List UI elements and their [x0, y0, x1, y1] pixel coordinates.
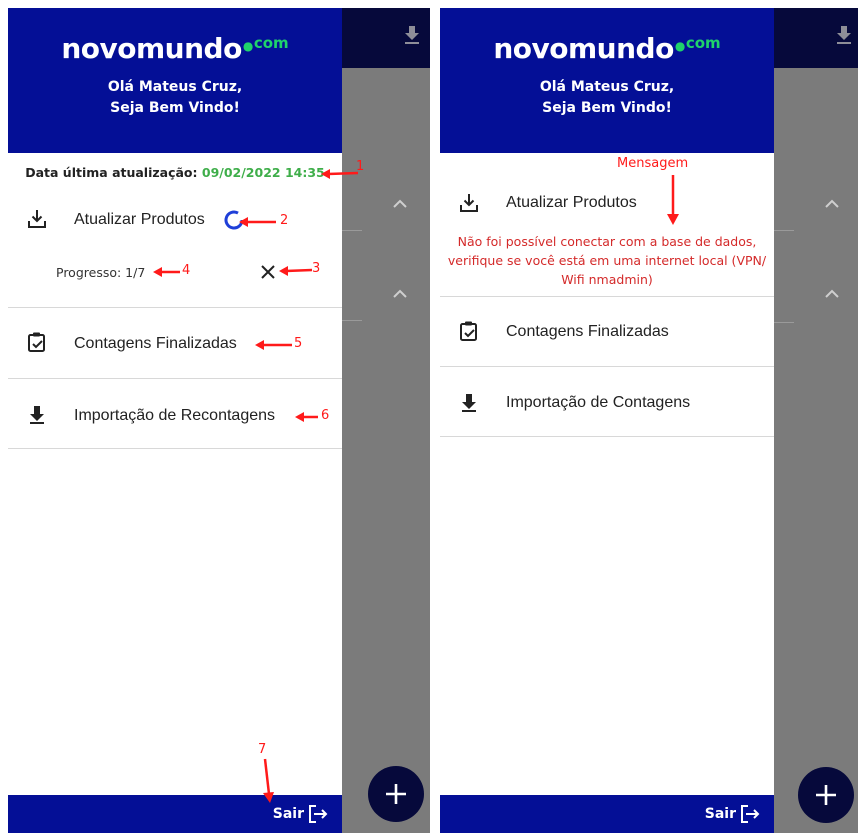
greeting-line1: Olá Mateus Cruz,	[107, 79, 243, 95]
annotation-arrow	[153, 267, 180, 277]
annotation-arrow	[321, 169, 359, 179]
menu-label: Atualizar Produtos	[74, 211, 205, 228]
plus-icon	[816, 785, 836, 805]
screen-left: novomundo●com Olá Mateus Cruz, Seja Bem …	[8, 8, 430, 833]
logout-label: Sair	[272, 806, 304, 822]
logout-button[interactable]: Sair	[273, 804, 328, 824]
chevron-up-icon[interactable]	[392, 288, 408, 298]
logout-icon	[741, 805, 760, 823]
divider	[774, 230, 794, 231]
add-fab-button[interactable]	[798, 767, 854, 823]
menu-label: Contagens Finalizadas	[74, 335, 237, 352]
menu-item-importacao-contagens[interactable]: Importação de Contagens	[440, 391, 774, 417]
annotation-arrow	[279, 266, 313, 276]
greeting-line2: Seja Bem Vindo!	[110, 100, 240, 116]
last-update-label: Data última atualização:	[25, 165, 198, 180]
menu-label: Contagens Finalizadas	[506, 323, 669, 340]
screen-right: novomundo●com Olá Mateus Cruz, Seja Bem …	[440, 8, 858, 833]
nav-drawer: novomundo●com Olá Mateus Cruz, Seja Bem …	[440, 8, 774, 833]
divider	[8, 307, 342, 308]
close-icon[interactable]	[259, 263, 277, 281]
download-tray-icon	[28, 210, 46, 228]
menu-item-atualizar-produtos[interactable]: Atualizar Produtos	[8, 208, 342, 234]
greeting-line1: Olá Mateus Cruz,	[539, 79, 675, 95]
divider	[8, 448, 342, 449]
clipboard-check-icon	[28, 332, 45, 352]
drawer-header: novomundo●com Olá Mateus Cruz, Seja Bem …	[440, 8, 774, 153]
annotation-arrow	[667, 175, 679, 225]
chevron-up-icon[interactable]	[824, 288, 840, 298]
annotation-arrow	[263, 758, 274, 803]
divider	[342, 230, 362, 231]
brand-logo: novomundo●com	[493, 32, 721, 65]
annotation-2: 2	[280, 213, 289, 228]
divider	[342, 320, 362, 321]
menu-label: Importação de Contagens	[506, 394, 691, 411]
add-fab-button[interactable]	[368, 766, 424, 822]
divider	[774, 322, 794, 323]
download-icon[interactable]	[404, 26, 420, 44]
drawer-header: novomundo●com Olá Mateus Cruz, Seja Bem …	[8, 8, 342, 153]
divider	[440, 296, 774, 297]
annotation-arrow	[239, 217, 276, 227]
brand-logo: novomundo●com	[61, 32, 289, 65]
annotation-5: 5	[294, 336, 303, 351]
drawer-footer: Sair	[8, 795, 342, 833]
last-update-date: 09/02/2022 14:35	[201, 165, 325, 180]
plus-icon	[386, 784, 406, 804]
chevron-up-icon[interactable]	[392, 198, 408, 208]
logout-icon	[309, 805, 328, 823]
error-message: Não foi possível conectar com a base de …	[447, 234, 767, 287]
last-update: Data última atualização: 09/02/2022 14:3…	[8, 165, 342, 180]
annotation-arrow	[255, 340, 292, 350]
menu-item-importacao-recontagens[interactable]: Importação de Recontagens	[8, 403, 342, 429]
nav-drawer: novomundo●com Olá Mateus Cruz, Seja Bem …	[8, 8, 342, 833]
annotation-4: 4	[182, 263, 191, 278]
menu-label: Importação de Recontagens	[74, 407, 276, 424]
chevron-up-icon[interactable]	[824, 198, 840, 208]
menu-item-contagens-finalizadas[interactable]: Contagens Finalizadas	[440, 320, 774, 346]
logout-button[interactable]: Sair	[705, 804, 760, 824]
annotation-1: 1	[356, 159, 365, 174]
annotation-7: 7	[258, 742, 267, 757]
logout-label: Sair	[704, 806, 736, 822]
clipboard-check-icon	[460, 321, 477, 341]
menu-item-atualizar-produtos[interactable]: Atualizar Produtos	[440, 192, 774, 218]
download-icon	[462, 394, 476, 412]
divider	[440, 366, 774, 367]
greeting-line2: Seja Bem Vindo!	[542, 100, 672, 116]
download-icon[interactable]	[836, 26, 852, 44]
menu-label: Atualizar Produtos	[506, 194, 637, 211]
annotation-arrow	[295, 412, 318, 422]
divider	[440, 436, 774, 437]
annotation-mensagem: Mensagem	[617, 156, 689, 171]
divider	[8, 378, 342, 379]
drawer-footer: Sair	[440, 795, 774, 833]
download-tray-icon	[460, 194, 478, 212]
annotation-6: 6	[321, 408, 330, 423]
download-icon	[30, 406, 44, 424]
progress-text: Progresso: 1/7	[56, 265, 146, 280]
annotation-3: 3	[312, 261, 321, 276]
